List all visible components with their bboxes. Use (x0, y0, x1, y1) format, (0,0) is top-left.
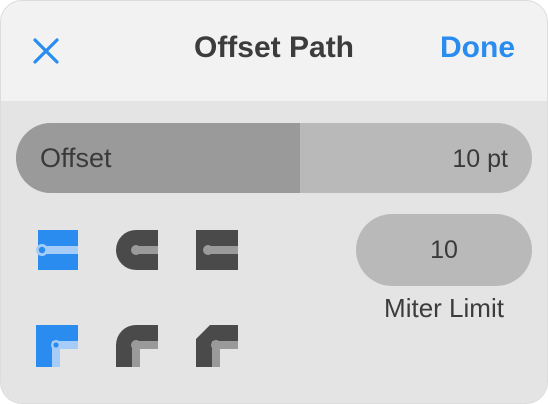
offset-path-panel: Offset Path Done Offset 10 pt 10 Miter L… (0, 0, 548, 404)
done-button[interactable]: Done (440, 31, 515, 65)
offset-label: Offset (40, 143, 112, 173)
butt-cap-icon[interactable] (34, 228, 78, 272)
offset-slider[interactable]: Offset 10 pt (16, 123, 532, 193)
header-bar: Offset Path Done (1, 1, 547, 101)
bevel-join-icon[interactable] (194, 323, 238, 367)
round-cap-icon[interactable] (114, 228, 158, 272)
miter-limit-label: Miter Limit (384, 293, 504, 323)
miter-limit-input[interactable]: 10 (356, 214, 532, 286)
offset-value: 10 pt (452, 145, 508, 173)
close-icon[interactable] (29, 34, 63, 68)
miter-join-icon[interactable] (34, 323, 78, 367)
projecting-cap-icon[interactable] (194, 228, 238, 272)
round-join-icon[interactable] (114, 323, 158, 367)
